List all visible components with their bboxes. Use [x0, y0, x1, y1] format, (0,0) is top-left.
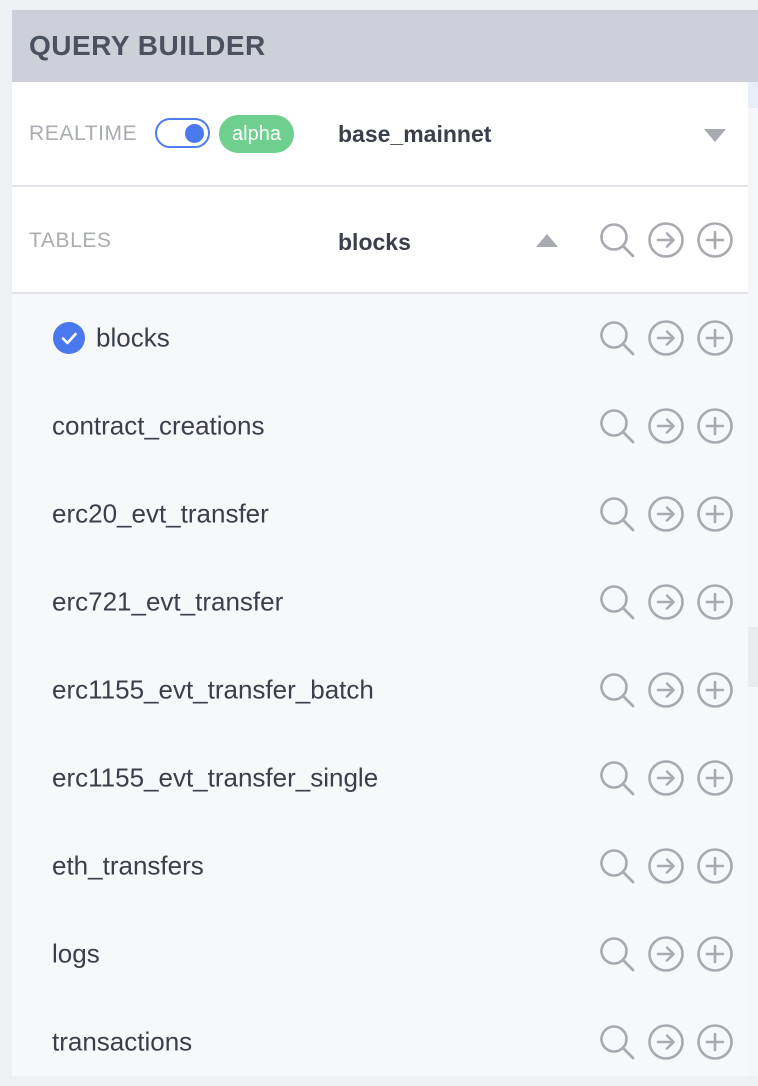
- plus-circle-icon[interactable]: [696, 319, 734, 357]
- alpha-badge: alpha: [219, 115, 294, 153]
- tables-actions: [598, 221, 734, 259]
- search-icon[interactable]: [598, 671, 636, 709]
- table-list-item-erc1155-evt-transfer-batch[interactable]: erc1155_evt_transfer_batch: [12, 646, 748, 734]
- list-item-label: erc20_evt_transfer: [52, 498, 269, 529]
- list-item-actions: [598, 847, 734, 885]
- realtime-label: REALTIME: [29, 122, 138, 145]
- search-icon[interactable]: [598, 407, 636, 445]
- tables-label: TABLES: [29, 229, 112, 252]
- realtime-row: REALTIME alpha base_mainnet: [12, 82, 748, 187]
- table-list-item-erc20-evt-transfer[interactable]: erc20_evt_transfer: [12, 470, 748, 558]
- arrow-right-circle-icon[interactable]: [647, 759, 685, 797]
- search-icon[interactable]: [598, 319, 636, 357]
- plus-circle-icon[interactable]: [696, 1023, 734, 1061]
- arrow-right-circle-icon[interactable]: [647, 495, 685, 533]
- list-item-actions: [598, 671, 734, 709]
- plus-circle-icon[interactable]: [696, 407, 734, 445]
- plus-circle-icon[interactable]: [696, 495, 734, 533]
- list-item-actions: [598, 935, 734, 973]
- edge-highlight: [748, 82, 758, 108]
- list-item-actions: [598, 1023, 734, 1061]
- table-list-item-eth-transfers[interactable]: eth_transfers: [12, 822, 748, 910]
- arrow-right-circle-icon[interactable]: [647, 935, 685, 973]
- list-item-label: logs: [52, 938, 100, 969]
- list-item-label: blocks: [96, 322, 170, 353]
- search-icon[interactable]: [598, 221, 636, 259]
- edge-shade: [748, 627, 758, 687]
- table-select-value: blocks: [338, 229, 411, 255]
- arrow-right-circle-icon[interactable]: [647, 847, 685, 885]
- panel-title: QUERY BUILDER: [29, 30, 266, 61]
- arrow-right-circle-icon[interactable]: [647, 319, 685, 357]
- arrow-right-circle-icon[interactable]: [647, 671, 685, 709]
- check-icon: [53, 322, 85, 354]
- plus-circle-icon[interactable]: [696, 671, 734, 709]
- arrow-right-circle-icon[interactable]: [647, 583, 685, 621]
- list-item-actions: [598, 583, 734, 621]
- list-item-actions: [598, 319, 734, 357]
- table-list-item-erc721-evt-transfer[interactable]: erc721_evt_transfer: [12, 558, 748, 646]
- network-value: base_mainnet: [338, 121, 492, 147]
- table-list-item-logs[interactable]: logs: [12, 910, 748, 998]
- list-item-actions: [598, 407, 734, 445]
- list-item-actions: [598, 495, 734, 533]
- search-icon[interactable]: [598, 1023, 636, 1061]
- table-list: blocks contract_creations erc20_evt_tran…: [12, 294, 748, 1076]
- search-icon[interactable]: [598, 935, 636, 973]
- table-list-item-erc1155-evt-transfer-single[interactable]: erc1155_evt_transfer_single: [12, 734, 748, 822]
- list-item-label: transactions: [52, 1026, 193, 1057]
- list-item-label: erc1155_evt_transfer_batch: [52, 674, 374, 705]
- chevron-down-icon: [704, 129, 726, 142]
- table-list-item-blocks[interactable]: blocks: [12, 294, 748, 382]
- realtime-toggle[interactable]: [155, 118, 210, 148]
- plus-circle-icon[interactable]: [696, 583, 734, 621]
- list-item-label: erc721_evt_transfer: [52, 586, 284, 617]
- table-select[interactable]: blocks: [338, 217, 564, 267]
- panel-header: QUERY BUILDER: [12, 10, 758, 82]
- table-list-item-transactions[interactable]: transactions: [12, 998, 748, 1086]
- arrow-right-circle-icon[interactable]: [647, 407, 685, 445]
- table-list-item-contract-creations[interactable]: contract_creations: [12, 382, 748, 470]
- list-item-actions: [598, 759, 734, 797]
- tables-row: TABLES blocks: [12, 187, 748, 294]
- arrow-right-circle-icon[interactable]: [647, 221, 685, 259]
- query-builder-panel: QUERY BUILDER REALTIME alpha base_mainne…: [12, 10, 758, 1076]
- adjacent-panel-edge: [748, 82, 758, 1076]
- search-icon[interactable]: [598, 847, 636, 885]
- list-item-label: contract_creations: [52, 410, 265, 441]
- plus-circle-icon[interactable]: [696, 221, 734, 259]
- search-icon[interactable]: [598, 583, 636, 621]
- search-icon[interactable]: [598, 495, 636, 533]
- list-item-label: erc1155_evt_transfer_single: [52, 762, 379, 793]
- plus-circle-icon[interactable]: [696, 759, 734, 797]
- list-item-label: eth_transfers: [52, 850, 204, 881]
- network-select[interactable]: base_mainnet: [338, 107, 734, 162]
- arrow-right-circle-icon[interactable]: [647, 1023, 685, 1061]
- search-icon[interactable]: [598, 759, 636, 797]
- plus-circle-icon[interactable]: [696, 935, 734, 973]
- plus-circle-icon[interactable]: [696, 847, 734, 885]
- chevron-up-icon: [536, 234, 558, 247]
- toggle-knob: [185, 124, 204, 143]
